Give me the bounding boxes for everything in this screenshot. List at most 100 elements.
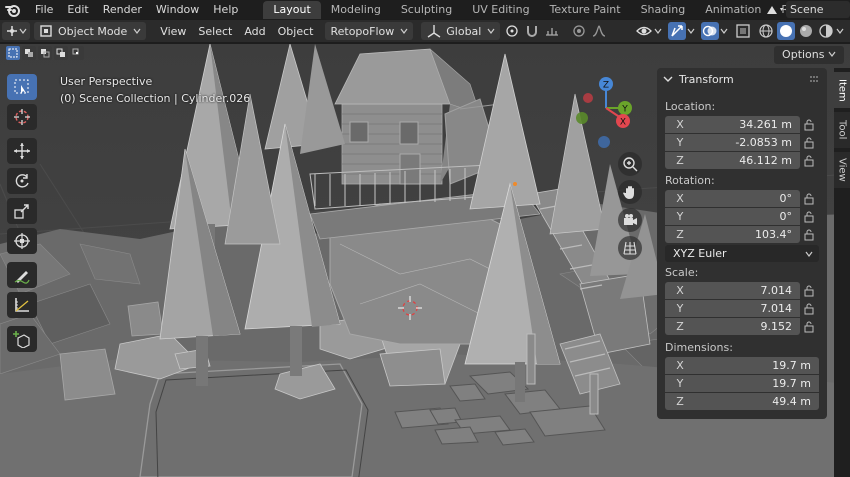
scale-z-field[interactable]: Z 9.152: [665, 318, 800, 335]
shading-material-button[interactable]: [797, 22, 815, 40]
dimensions-z-field[interactable]: Z 49.4 m: [665, 393, 819, 410]
menu-object[interactable]: Object: [272, 25, 320, 38]
camera-view-button[interactable]: [618, 208, 642, 232]
move-tool[interactable]: [7, 138, 37, 164]
blender-logo-icon[interactable]: [4, 1, 22, 19]
dimensions-y-field[interactable]: Y 19.7 m: [665, 375, 819, 392]
select-subtract-button[interactable]: [38, 46, 52, 60]
rotation-label: Rotation:: [665, 174, 715, 187]
chevron-down-icon[interactable]: [720, 27, 728, 35]
cursor-tool[interactable]: [7, 104, 37, 130]
navigation-gizmo[interactable]: Z Y X: [566, 72, 646, 152]
transform-tool[interactable]: [7, 228, 37, 254]
proportional-editing-icon: [573, 25, 586, 37]
location-y-field[interactable]: Y -2.0853 m: [665, 134, 800, 151]
menu-render[interactable]: Render: [96, 0, 149, 19]
location-y-value: -2.0853 m: [735, 136, 792, 149]
neg-x-axis-icon[interactable]: [583, 93, 593, 103]
zoom-button[interactable]: [618, 152, 642, 176]
proportional-editing-button[interactable]: [570, 22, 588, 40]
menu-view[interactable]: View: [154, 25, 192, 38]
snap-button[interactable]: [523, 22, 541, 40]
rotation-mode-dropdown[interactable]: XYZ Euler: [665, 245, 819, 262]
visibility-button[interactable]: [635, 22, 653, 40]
menu-add[interactable]: Add: [238, 25, 271, 38]
tab-view[interactable]: View: [834, 152, 850, 188]
lock-icon[interactable]: [803, 155, 815, 167]
overlays-toggle-button[interactable]: [701, 22, 719, 40]
gizmo-toggle-button[interactable]: [668, 22, 686, 40]
shading-solid-button[interactable]: [777, 22, 795, 40]
shading-rendered-button[interactable]: [817, 22, 835, 40]
falloff-button[interactable]: [590, 22, 608, 40]
lock-icon[interactable]: [803, 303, 815, 315]
lock-icon[interactable]: [803, 211, 815, 223]
neg-y-axis-icon[interactable]: [576, 112, 588, 124]
material-preview-icon: [800, 25, 812, 37]
chevron-down-icon[interactable]: [687, 27, 695, 35]
rotation-x-field[interactable]: X 0°: [665, 190, 800, 207]
lock-icon[interactable]: [803, 137, 815, 149]
rotation-y-field[interactable]: Y 0°: [665, 208, 800, 225]
lock-icon[interactable]: [803, 229, 815, 241]
perspective-toggle-button[interactable]: [618, 236, 642, 260]
select-invert-button[interactable]: [54, 46, 68, 60]
tab-tool[interactable]: Tool: [834, 112, 850, 148]
annotate-pencil-icon: [14, 271, 30, 284]
tab-item[interactable]: Item: [834, 72, 850, 108]
rotation-z-field[interactable]: Z 103.4°: [665, 226, 800, 243]
options-dropdown[interactable]: Options: [774, 46, 844, 64]
neg-z-axis-icon[interactable]: [598, 136, 610, 148]
lock-icon[interactable]: [803, 321, 815, 333]
chevron-down-icon[interactable]: [836, 27, 844, 35]
editor-type-button[interactable]: [2, 22, 30, 40]
transform-panel-title: Transform: [679, 72, 734, 86]
chevron-down-icon[interactable]: [654, 27, 662, 35]
menu-window[interactable]: Window: [149, 0, 206, 19]
rotate-tool[interactable]: [7, 168, 37, 194]
tab-texture-paint[interactable]: Texture Paint: [540, 1, 631, 19]
tab-uv-editing[interactable]: UV Editing: [462, 1, 539, 19]
tab-shading[interactable]: Shading: [631, 1, 696, 19]
scale-tool[interactable]: [7, 198, 37, 224]
retopoflow-dropdown[interactable]: RetopoFlow: [325, 22, 414, 40]
select-new-button[interactable]: [6, 46, 20, 60]
measure-tool[interactable]: [7, 292, 37, 318]
dimensions-x-field[interactable]: X 19.7 m: [665, 357, 819, 374]
tab-animation[interactable]: Animation: [695, 1, 771, 19]
menu-help[interactable]: Help: [206, 0, 245, 19]
lock-icon[interactable]: [803, 193, 815, 205]
select-extend-button[interactable]: [22, 46, 36, 60]
tab-item-label: Item: [836, 78, 848, 102]
location-x-field[interactable]: X 34.261 m: [665, 116, 800, 133]
zoom-in-icon: [623, 157, 638, 172]
location-z-field[interactable]: Z 46.112 m: [665, 152, 800, 169]
drag-handle-icon[interactable]: [809, 74, 819, 84]
pivot-point-button[interactable]: [503, 22, 521, 40]
chevron-down-icon: [487, 28, 495, 34]
annotate-tool[interactable]: [7, 262, 37, 288]
tab-modeling[interactable]: Modeling: [321, 1, 391, 19]
tab-sculpting[interactable]: Sculpting: [391, 1, 462, 19]
scene-name-field[interactable]: Scene: [786, 1, 850, 18]
scale-y-field[interactable]: Y 7.014: [665, 300, 800, 317]
lock-icon[interactable]: [803, 119, 815, 131]
lock-icon[interactable]: [803, 285, 815, 297]
menu-select[interactable]: Select: [192, 25, 238, 38]
camera-icon: [624, 214, 637, 225]
add-cube-tool[interactable]: [7, 326, 37, 352]
mode-dropdown[interactable]: Object Mode: [34, 22, 147, 40]
menu-edit[interactable]: Edit: [60, 0, 95, 19]
select-box-tool[interactable]: [7, 74, 37, 100]
select-intersect-button[interactable]: [70, 46, 84, 60]
scene-icon[interactable]: [764, 2, 786, 18]
shading-wireframe-button[interactable]: [757, 22, 775, 40]
tab-layout[interactable]: Layout: [263, 0, 321, 19]
scale-x-field[interactable]: X 7.014: [665, 282, 800, 299]
orientation-dropdown[interactable]: Global: [421, 22, 501, 40]
pan-button[interactable]: [618, 180, 642, 204]
menu-file[interactable]: File: [28, 0, 60, 19]
snap-target-button[interactable]: [543, 22, 561, 40]
transform-panel-header[interactable]: Transform: [657, 68, 827, 90]
xray-toggle-button[interactable]: [734, 22, 752, 40]
